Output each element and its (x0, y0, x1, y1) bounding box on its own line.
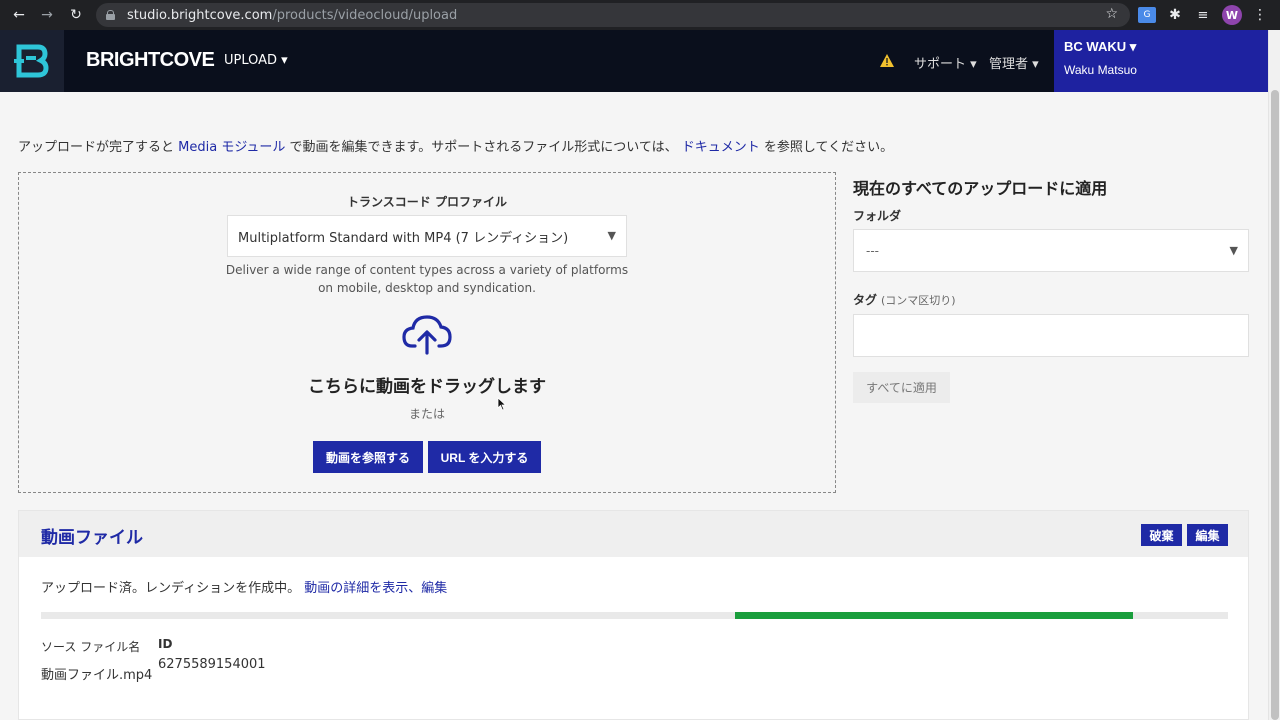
admin-menu[interactable]: 管理者 ▾ (989, 53, 1039, 72)
warning-icon[interactable] (880, 54, 894, 67)
cloud-upload-icon (402, 315, 452, 355)
upload-dropzone[interactable]: トランスコード プロファイル Multiplatform Standard wi… (18, 172, 836, 493)
folder-label: フォルダ (853, 209, 902, 223)
extensions-puzzle-icon[interactable]: ✱ (1165, 5, 1185, 25)
enter-url-button[interactable]: URL を入力する (428, 441, 541, 473)
source-filename-value: 動画ファイル.mp4 (41, 668, 153, 683)
media-module-link[interactable]: Media モジュール (178, 140, 285, 155)
url-host: studio.brightcove.com (127, 7, 273, 23)
url-path: /products/videocloud/upload (272, 7, 458, 23)
video-id-value: 6275589154001 (158, 657, 266, 672)
chevron-down-icon: ▼ (607, 229, 616, 242)
profile-avatar[interactable]: W (1222, 5, 1242, 25)
account-user: Waku Matsuo (1064, 63, 1137, 77)
tags-label: タグ (コンマ区切り) (853, 291, 956, 308)
intro-part-3: を参照してください。 (759, 140, 894, 155)
or-text: または (408, 407, 445, 421)
folder-value: --- (866, 243, 879, 258)
tags-input[interactable] (853, 314, 1249, 357)
intro-text: アップロードが完了すると Media モジュール で動画を編集できます。サポート… (18, 136, 893, 155)
documentation-link[interactable]: ドキュメント (682, 140, 760, 155)
video-id-label: ID (158, 637, 173, 651)
edit-button[interactable]: 編集 (1187, 524, 1228, 546)
bookmark-star-icon[interactable]: ☆ (1105, 6, 1118, 22)
translate-extension-icon[interactable]: G (1138, 7, 1156, 23)
transcode-profile-select[interactable]: Multiplatform Standard with MP4 (7 レンディシ… (227, 215, 627, 257)
video-file-panel: 動画ファイル 破棄 編集 アップロード済。レンディションを作成中。 動画の詳細を… (18, 510, 1249, 720)
chevron-down-icon: ▼ (1229, 244, 1238, 257)
app-header: BRIGHTCOVE UPLOAD ▾ サポート ▾ 管理者 ▾ BC WAKU… (0, 30, 1268, 92)
lock-icon (106, 10, 115, 20)
transcode-profile-value: Multiplatform Standard with MP4 (7 レンディシ… (238, 230, 569, 246)
brightcove-logo-icon[interactable] (0, 30, 64, 92)
upload-status: アップロード済。レンディションを作成中。 動画の詳細を表示、編集 (41, 577, 447, 596)
video-details-link[interactable]: 動画の詳細を表示、編集 (304, 581, 447, 596)
support-menu[interactable]: サポート ▾ (914, 53, 977, 72)
upload-status-text: アップロード済。レンディションを作成中。 (41, 581, 305, 596)
upload-module-menu[interactable]: UPLOAD ▾ (224, 53, 288, 68)
transcode-progress-bar (41, 612, 1228, 619)
tags-hint: (コンマ区切り) (881, 294, 956, 307)
profile-description: Deliver a wide range of content types ac… (225, 263, 629, 295)
scrollbar-thumb[interactable] (1271, 90, 1279, 720)
tags-label-text: タグ (853, 293, 878, 307)
folder-select[interactable]: --- ▼ (853, 229, 1249, 272)
brand-wordmark: BRIGHTCOVE (86, 49, 215, 71)
transcode-profile-label: トランスコード プロファイル (347, 195, 507, 209)
address-bar[interactable]: studio.brightcove.com/products/videoclou… (96, 3, 1130, 27)
page-scrollbar[interactable] (1268, 30, 1280, 720)
mouse-cursor-icon (497, 397, 507, 411)
discard-button[interactable]: 破棄 (1141, 524, 1182, 546)
back-icon[interactable]: ← (5, 1, 33, 29)
intro-part-2: で動画を編集できます。サポートされるファイル形式については、 (285, 140, 682, 155)
browse-videos-button[interactable]: 動画を参照する (313, 441, 423, 473)
video-file-header: 動画ファイル 破棄 編集 (19, 511, 1248, 557)
forward-icon[interactable]: → (33, 1, 61, 29)
apply-to-all-button[interactable]: すべてに適用 (853, 372, 950, 403)
media-control-icon[interactable]: ≡ (1193, 5, 1213, 25)
source-filename-label: ソース ファイル名 (41, 640, 141, 654)
video-file-title: 動画ファイル (41, 528, 143, 548)
reload-icon[interactable]: ↻ (62, 1, 90, 29)
account-menu[interactable]: BC WAKU ▾ Waku Matsuo (1054, 30, 1268, 92)
progress-fill (735, 612, 1134, 619)
browser-menu-icon[interactable]: ⋮ (1250, 5, 1270, 25)
browser-toolbar: ← → ↻ studio.brightcove.com/products/vid… (0, 0, 1280, 30)
apply-all-title: 現在のすべてのアップロードに適用 (853, 179, 1108, 198)
intro-part-1: アップロードが完了すると (18, 140, 179, 155)
drag-instruction: こちらに動画をドラッグします (308, 377, 546, 397)
account-name: BC WAKU ▾ (1064, 39, 1137, 54)
